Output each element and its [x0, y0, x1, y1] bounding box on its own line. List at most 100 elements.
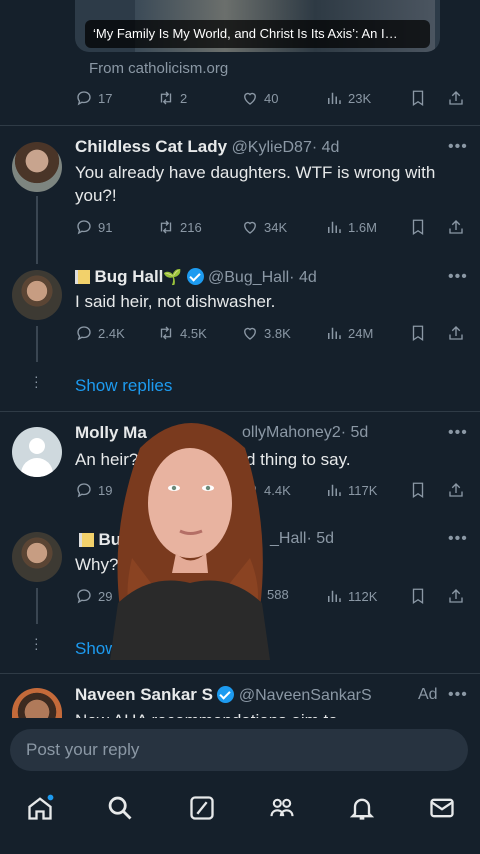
reply-button[interactable]: 91	[75, 218, 112, 236]
verified-badge-icon	[186, 268, 204, 285]
bookmark-button[interactable]	[409, 218, 427, 236]
share-button[interactable]	[447, 89, 465, 107]
retweet-button[interactable]: 216	[157, 218, 202, 236]
author-name[interactable]: Bug Hall	[94, 267, 163, 286]
retweet-icon	[160, 91, 172, 105]
thread-line	[36, 326, 38, 362]
author-handle[interactable]: _Hall	[270, 530, 306, 547]
default-avatar[interactable]	[12, 427, 62, 477]
reply-icon	[77, 483, 91, 498]
retweet-button[interactable]: 4.5K	[157, 324, 207, 342]
thread-line	[36, 588, 38, 624]
like-button[interactable]: 34K	[241, 218, 287, 236]
views-button[interactable]: 112K	[325, 587, 377, 605]
author-handle[interactable]: @NaveenSankarS	[239, 687, 372, 704]
bookmark-icon	[412, 588, 424, 605]
link-source[interactable]: From catholicism.org	[89, 60, 228, 77]
more-options-icon[interactable]: •••	[448, 530, 468, 548]
divider	[0, 673, 480, 674]
more-options-icon[interactable]: •••	[448, 686, 468, 704]
views-button[interactable]: 1.6M	[325, 218, 377, 236]
communities-icon[interactable]	[268, 794, 296, 822]
bookmark-icon	[412, 325, 424, 342]
like-button[interactable]: 40	[241, 89, 278, 107]
bookmark-button[interactable]	[409, 324, 427, 342]
heart-icon	[244, 221, 256, 234]
flag-icon	[79, 533, 94, 547]
share-icon	[449, 326, 463, 340]
thread-dots-icon: · · ·	[34, 630, 39, 656]
reply-button[interactable]: 19	[75, 481, 112, 499]
flag-icon	[75, 270, 90, 284]
reply-button[interactable]: 17	[75, 89, 112, 107]
views-icon	[328, 484, 341, 496]
views-button[interactable]: 117K	[325, 481, 377, 499]
avatar[interactable]	[12, 532, 62, 582]
share-icon	[449, 91, 463, 105]
tweet-header-tail: _Hall· 5d	[270, 530, 334, 548]
share-button[interactable]	[447, 218, 465, 236]
messages-icon[interactable]	[428, 794, 456, 822]
reply-button[interactable]: 2.4K	[75, 324, 125, 342]
views-button[interactable]: 24M	[325, 324, 373, 342]
tweet-text: You already have daughters. WTF is wrong…	[75, 163, 436, 205]
tweet-text: I said heir, not dishwasher.	[75, 292, 276, 311]
author-handle[interactable]: @KylieD87	[232, 139, 312, 156]
divider	[0, 125, 480, 126]
tweet-actions: 91 216 34K 1.6M	[75, 218, 465, 238]
tweet-time: · 5d	[340, 424, 369, 441]
share-button[interactable]	[447, 324, 465, 342]
grok-icon[interactable]	[188, 794, 216, 822]
reply-icon	[77, 326, 91, 341]
retweet-button[interactable]: 2	[157, 89, 187, 107]
link-preview-card[interactable]: ‘My Family Is My World, and Christ Is It…	[75, 0, 440, 52]
bookmark-button[interactable]	[409, 89, 427, 107]
avatar[interactable]	[12, 688, 62, 718]
like-button[interactable]: 3.8K	[241, 324, 291, 342]
more-options-icon[interactable]: •••	[448, 268, 468, 286]
avatar[interactable]	[12, 270, 62, 320]
share-icon	[449, 589, 463, 603]
search-icon[interactable]	[106, 794, 134, 822]
video-overlay	[110, 408, 270, 660]
tweet-header: Childless Cat Lady @KylieD87· 4d	[75, 137, 339, 157]
retweet-icon	[160, 220, 172, 234]
share-icon	[449, 483, 463, 497]
avatar[interactable]	[12, 142, 62, 192]
author-name[interactable]: Childless Cat Lady	[75, 137, 227, 156]
bookmark-button[interactable]	[409, 587, 427, 605]
tweet-actions: 17 2 40 23K	[75, 89, 465, 109]
bookmark-icon	[412, 219, 424, 236]
link-preview-caption: ‘My Family Is My World, and Christ Is It…	[85, 20, 430, 48]
views-icon	[328, 92, 341, 104]
heart-icon	[244, 327, 256, 340]
views-button[interactable]: 23K	[325, 89, 371, 107]
like-button[interactable]: 588	[267, 587, 289, 602]
author-name[interactable]: Naveen Sankar S	[75, 685, 213, 704]
show-replies-link[interactable]: Show replies	[75, 376, 172, 396]
share-button[interactable]	[447, 481, 465, 499]
more-options-icon[interactable]: •••	[448, 424, 468, 442]
tweet-header: Bug Hall🌱 @Bug_Hall· 4d	[75, 267, 317, 287]
views-icon	[328, 327, 341, 339]
verified-badge-icon	[217, 686, 235, 703]
views-icon	[328, 590, 341, 602]
retweet-icon	[160, 326, 172, 340]
share-icon	[449, 220, 463, 234]
author-handle[interactable]: @Bug_Hall	[208, 269, 289, 286]
reply-input[interactable]: Post your reply	[10, 729, 468, 771]
more-options-icon[interactable]: •••	[448, 138, 468, 156]
bookmark-icon	[412, 482, 424, 499]
reply-icon	[77, 91, 91, 106]
reply-button[interactable]: 29	[75, 587, 112, 605]
bookmark-button[interactable]	[409, 481, 427, 499]
sprout-emoji: 🌱	[163, 269, 183, 286]
reply-icon	[77, 589, 91, 604]
notifications-icon[interactable]	[348, 794, 376, 822]
tweet-header: Naveen Sankar S @NaveenSankarS	[75, 685, 372, 705]
share-button[interactable]	[447, 587, 465, 605]
tweet-text: New AHA recommendations aim to	[75, 709, 465, 718]
tweet-actions: 2.4K 4.5K 3.8K 24M	[75, 324, 465, 344]
ad-label: Ad	[418, 686, 438, 703]
home-icon[interactable]	[26, 794, 54, 822]
